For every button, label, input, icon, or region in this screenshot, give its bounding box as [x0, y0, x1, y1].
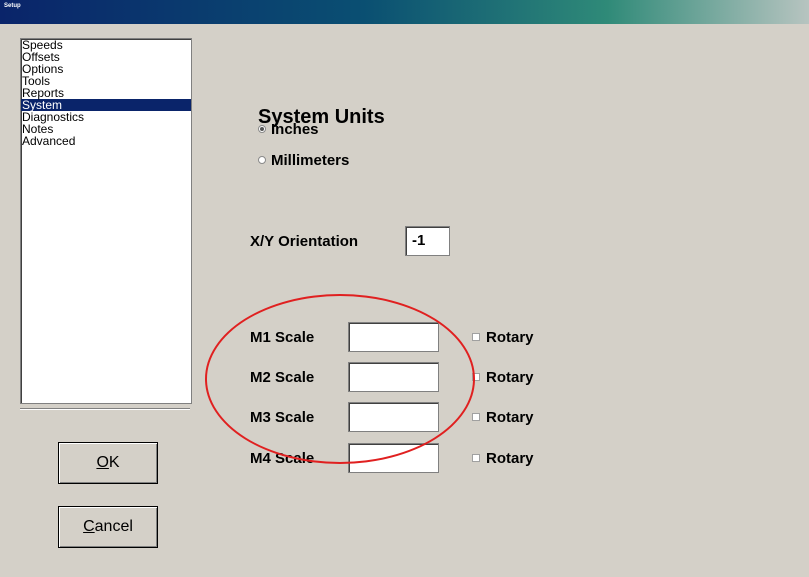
m3-rotary-label: Rotary	[486, 409, 534, 426]
m1-scale-label: M1 Scale	[250, 329, 315, 346]
m4-rotary-checkbox[interactable]: Rotary	[472, 450, 534, 467]
m3-rotary-checkbox[interactable]: Rotary	[472, 409, 534, 426]
checkbox-icon	[472, 454, 480, 463]
checkbox-icon	[472, 333, 480, 342]
ok-label: K	[108, 454, 120, 471]
millimeters-label: Millimeters	[271, 152, 350, 169]
ok-button[interactable]: OK	[58, 442, 158, 484]
cancel-accelerator: C	[83, 518, 95, 535]
orientation-label: X/Y Orientation	[250, 233, 359, 250]
m3-scale-label: M3 Scale	[250, 409, 315, 426]
m4-rotary-label: Rotary	[486, 450, 534, 467]
orientation-field[interactable]: -1	[405, 226, 450, 256]
millimeters-radio[interactable]: Millimeters	[258, 152, 349, 169]
divider	[20, 408, 190, 410]
checkbox-icon	[472, 373, 480, 382]
m4-scale-field[interactable]	[348, 443, 439, 473]
cancel-button[interactable]: Cancel	[58, 506, 158, 548]
radio-selected-icon	[258, 125, 266, 134]
sidebar-item-advanced[interactable]: Advanced	[21, 135, 191, 147]
m3-scale-field[interactable]	[348, 402, 439, 432]
category-list[interactable]: Speeds Offsets Options Tools Reports Sys…	[20, 38, 192, 404]
title-bar[interactable]: Setup	[0, 0, 809, 24]
m4-scale-label: M4 Scale	[250, 450, 315, 467]
inches-label: Inches	[271, 121, 319, 138]
radio-unselected-icon	[258, 156, 266, 165]
window-title: Setup	[4, 3, 21, 9]
m1-rotary-checkbox[interactable]: Rotary	[472, 329, 534, 346]
ok-accelerator: O	[96, 454, 109, 471]
inches-radio[interactable]: Inches	[258, 121, 319, 138]
setup-window: Speeds Offsets Options Tools Reports Sys…	[0, 24, 809, 577]
cancel-label: ancel	[94, 518, 133, 535]
m2-scale-label: M2 Scale	[250, 369, 315, 386]
checkbox-icon	[472, 413, 480, 422]
m1-scale-field[interactable]	[348, 322, 439, 352]
m2-scale-field[interactable]	[348, 362, 439, 392]
m2-rotary-label: Rotary	[486, 369, 534, 386]
m1-rotary-label: Rotary	[486, 329, 534, 346]
m2-rotary-checkbox[interactable]: Rotary	[472, 369, 534, 386]
